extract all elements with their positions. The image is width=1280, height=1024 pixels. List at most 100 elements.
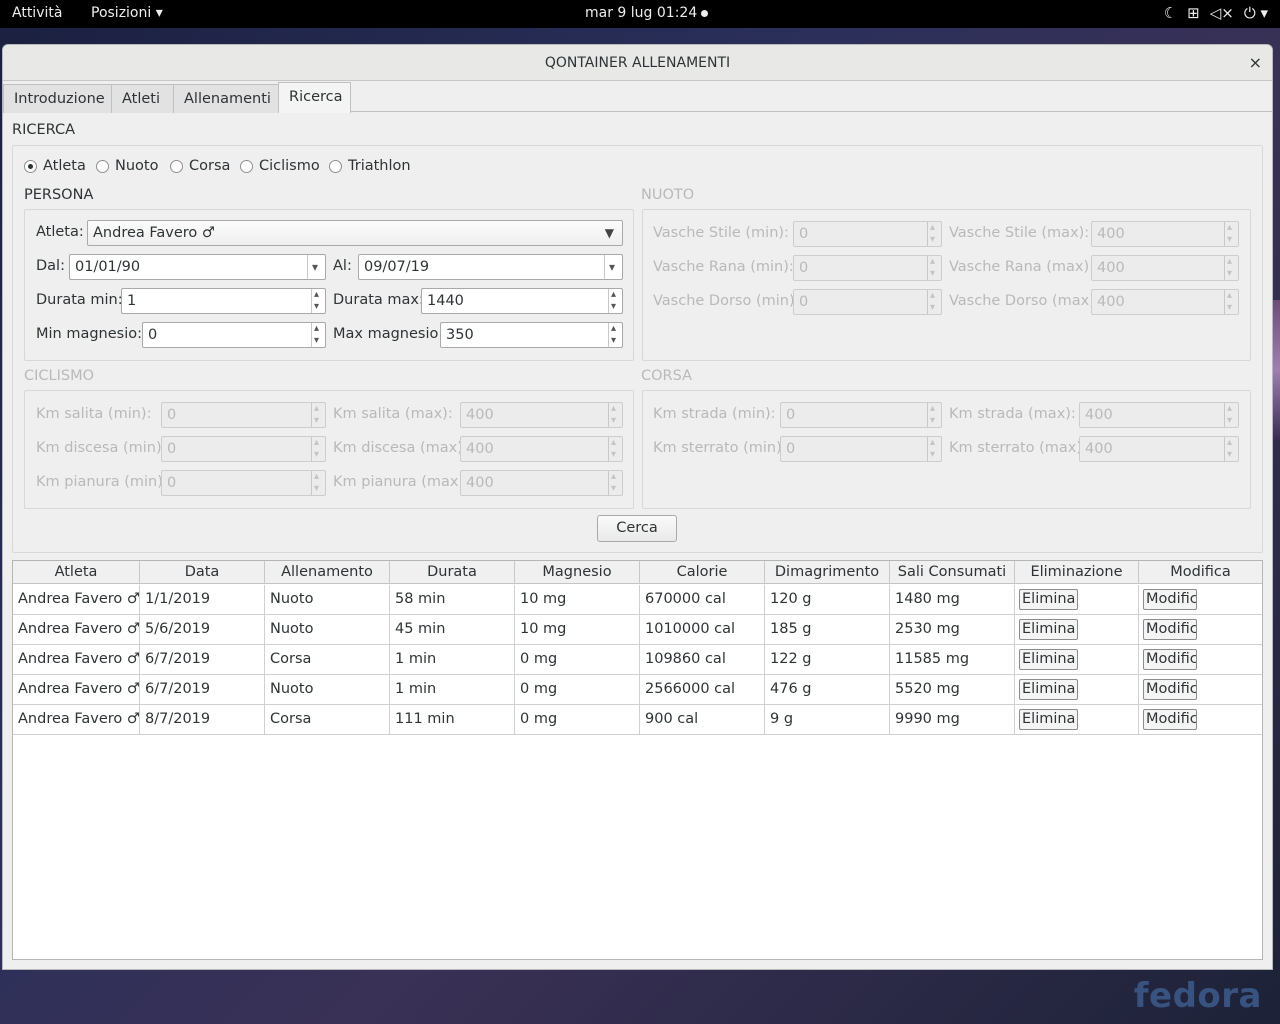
km-pianura-max-spinbox[interactable]: 400 [460, 470, 623, 496]
cell-sali-consumati: 5520 mg [890, 675, 1015, 705]
km-sterrato-min-spinbox[interactable]: 0 [780, 436, 942, 462]
column-header-calorie[interactable]: Calorie [640, 561, 765, 584]
column-header-durata[interactable]: Durata [390, 561, 515, 584]
column-header-dimagrimento[interactable]: Dimagrimento [765, 561, 890, 584]
elimina-button[interactable]: Elimina [1019, 649, 1079, 670]
column-header-sali-consumati[interactable]: Sali Consumati [890, 561, 1015, 584]
spin-arrows-icon[interactable] [608, 323, 622, 347]
elimina-button[interactable]: Elimina [1019, 589, 1079, 610]
km-discesa-min-spinbox[interactable]: 0 [161, 436, 326, 462]
km-discesa-max-spinbox[interactable]: 400 [460, 436, 623, 462]
window-titlebar[interactable]: QONTAINER ALLENAMENTI × [3, 45, 1272, 81]
tab-introduzione[interactable]: Introduzione [3, 84, 112, 113]
radio-label: Atleta [43, 158, 86, 174]
dal-date-input[interactable]: 01/01/90 [69, 254, 326, 280]
km-salita-min-spinbox[interactable]: 0 [161, 402, 326, 428]
elimina-button[interactable]: Elimina [1019, 679, 1079, 700]
modifica-button[interactable]: Modifica [1143, 619, 1197, 640]
vasche-dorso-max-label: Vasche Dorso (max): [949, 293, 1100, 309]
cell-atleta: Andrea Favero ♂ [13, 645, 140, 675]
radio-atleta[interactable]: Atleta [24, 158, 86, 174]
cell-eliminazione: Elimina [1015, 645, 1139, 675]
tab-atleti[interactable]: Atleti [111, 84, 174, 113]
system-tray[interactable]: ☾ ⊞ ◁× ⏻ ▾ [1164, 4, 1268, 22]
vasche-rana-min-spinbox[interactable]: 0 [793, 255, 942, 281]
cell-data: 1/1/2019 [140, 585, 265, 615]
column-header-eliminazione[interactable]: Eliminazione [1015, 561, 1139, 584]
close-icon[interactable]: × [1249, 45, 1262, 81]
cerca-button[interactable]: Cerca [597, 515, 677, 542]
km-salita-max-spinbox[interactable]: 400 [460, 402, 623, 428]
vasche-stile-max-spinbox[interactable]: 400 [1091, 221, 1239, 247]
modifica-button[interactable]: Modifica [1143, 679, 1197, 700]
clock[interactable]: mar 9 lug 01:24 [585, 5, 709, 21]
durata-min-label: Durata min: [36, 292, 123, 308]
max-magnesio-spinbox[interactable]: 350 [440, 322, 623, 348]
cell-allenamento: Corsa [265, 645, 390, 675]
table-row[interactable]: Andrea Favero ♂ 1/1/2019 Nuoto 58 min 10 mg 6… [13, 585, 1262, 615]
column-header-data[interactable]: Data [140, 561, 265, 584]
durata-min-spinbox[interactable]: 1 [121, 288, 326, 314]
column-header-atleta[interactable]: Atleta [13, 561, 140, 584]
durata-max-spinbox[interactable]: 1440 [421, 288, 623, 314]
radio-label: Corsa [189, 158, 231, 174]
vasche-rana-max-value: 400 [1097, 260, 1125, 276]
vasche-rana-max-spinbox[interactable]: 400 [1091, 255, 1239, 281]
cell-magnesio: 0 mg [515, 705, 640, 735]
tab-ricerca[interactable]: Ricerca [278, 82, 351, 113]
cell-magnesio: 10 mg [515, 585, 640, 615]
al-date-value: 09/07/19 [364, 259, 430, 275]
modifica-button[interactable]: Modifica [1143, 709, 1197, 730]
vasche-dorso-max-spinbox[interactable]: 400 [1091, 289, 1239, 315]
km-strada-max-spinbox[interactable]: 400 [1079, 402, 1239, 428]
spin-arrows-icon [927, 437, 941, 461]
column-header-allenamento[interactable]: Allenamento [265, 561, 390, 584]
atleta-label: Atleta: [36, 224, 84, 240]
vasche-stile-min-spinbox[interactable]: 0 [793, 221, 942, 247]
modifica-button[interactable]: Modifica [1143, 649, 1197, 670]
table-row[interactable]: Andrea Favero ♂ 6/7/2019 Corsa 1 min 0 mg 109… [13, 645, 1262, 675]
km-sterrato-max-spinbox[interactable]: 400 [1079, 436, 1239, 462]
cell-dimagrimento: 185 g [765, 615, 890, 645]
column-header-modifica[interactable]: Modifica [1139, 561, 1262, 584]
chevron-down-icon[interactable] [604, 255, 622, 279]
column-header-magnesio[interactable]: Magnesio [515, 561, 640, 584]
nuoto-title: NUOTO [641, 187, 695, 203]
spin-arrows-icon[interactable] [608, 289, 622, 313]
activities-button[interactable]: Attività [12, 5, 62, 21]
elimina-button[interactable]: Elimina [1019, 709, 1079, 730]
vasche-dorso-max-value: 400 [1097, 294, 1125, 310]
radio-checked-icon [24, 159, 37, 173]
vasche-stile-min-value: 0 [799, 226, 809, 242]
vasche-dorso-min-spinbox[interactable]: 0 [793, 289, 942, 315]
cell-calorie: 109860 cal [640, 645, 765, 675]
al-date-input[interactable]: 09/07/19 [358, 254, 623, 280]
chevron-down-icon[interactable] [307, 255, 325, 279]
radio-unchecked-icon [329, 159, 342, 173]
elimina-button[interactable]: Elimina [1019, 619, 1079, 640]
km-pianura-min-spinbox[interactable]: 0 [161, 470, 326, 496]
spin-arrows-icon [608, 437, 622, 461]
radio-triathlon[interactable]: Triathlon [329, 158, 411, 174]
table-row[interactable]: Andrea Favero ♂ 8/7/2019 Corsa 111 min 0 mg 9… [13, 705, 1262, 735]
radio-nuoto[interactable]: Nuoto [96, 158, 158, 174]
table-row[interactable]: Andrea Favero ♂ 6/7/2019 Nuoto 1 min 0 mg 256… [13, 675, 1262, 705]
atleta-combobox[interactable]: Andrea Favero ♂ ▼ [87, 220, 623, 246]
cell-modifica: Modifica [1139, 615, 1262, 645]
spin-arrows-icon[interactable] [311, 289, 325, 313]
spin-arrows-icon [1224, 222, 1238, 246]
radio-ciclismo[interactable]: Ciclismo [240, 158, 320, 174]
cell-atleta: Andrea Favero ♂ [13, 615, 140, 645]
km-strada-max-label: Km strada (max): [949, 406, 1076, 422]
table-row[interactable]: Andrea Favero ♂ 5/6/2019 Nuoto 45 min 10 mg 1… [13, 615, 1262, 645]
tab-allenamenti[interactable]: Allenamenti [173, 84, 279, 113]
km-strada-min-spinbox[interactable]: 0 [780, 402, 942, 428]
vasche-dorso-min-label: Vasche Dorso (min): [653, 293, 800, 309]
places-menu[interactable]: Posizioni ▾ [91, 5, 163, 21]
cell-atleta: Andrea Favero ♂ [13, 705, 140, 735]
spin-arrows-icon[interactable] [311, 323, 325, 347]
modifica-button[interactable]: Modifica [1143, 589, 1197, 610]
spin-arrows-icon [927, 403, 941, 427]
min-magnesio-spinbox[interactable]: 0 [142, 322, 326, 348]
radio-corsa[interactable]: Corsa [170, 158, 230, 174]
